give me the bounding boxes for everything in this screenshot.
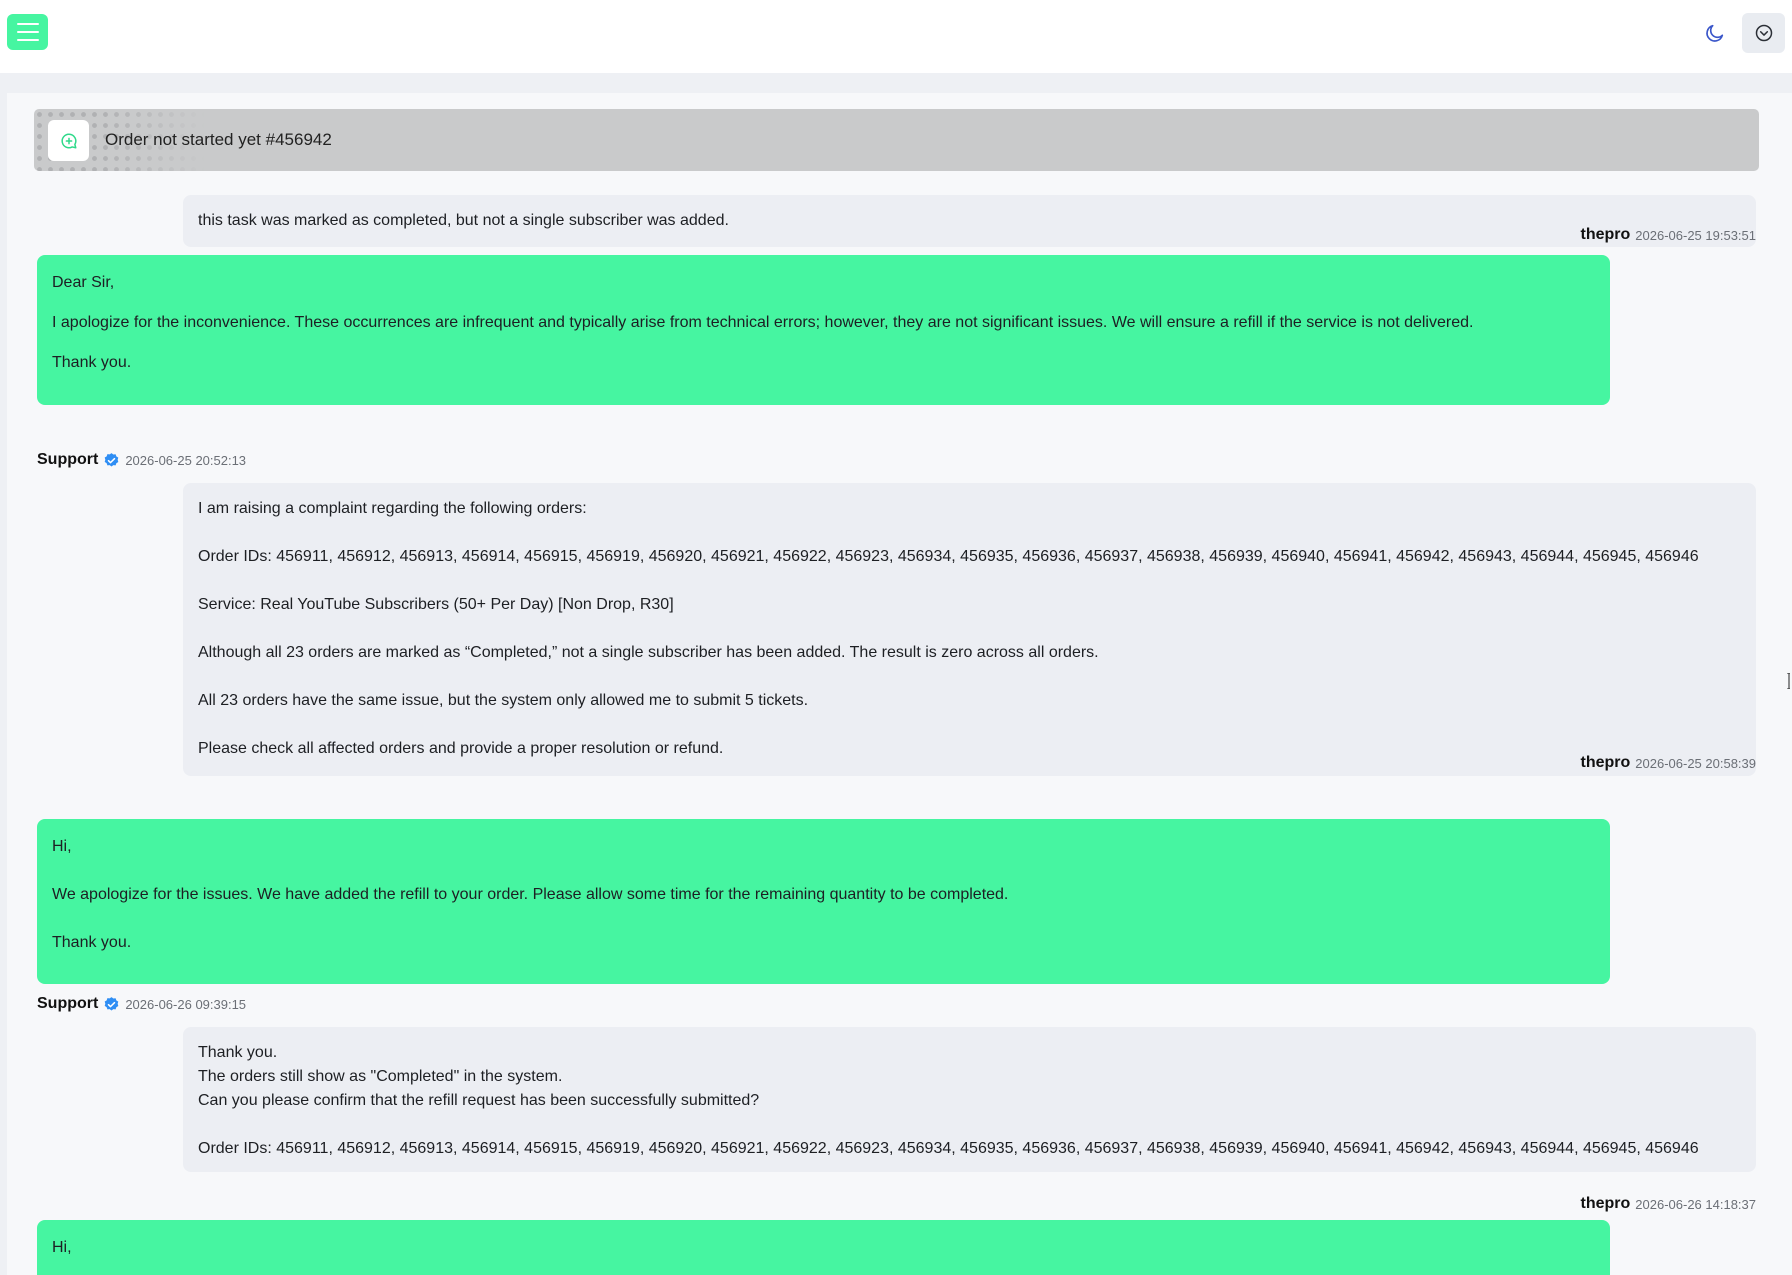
author-name: Support bbox=[37, 451, 99, 468]
message-timestamp: 2026-06-25 20:58:39 bbox=[1635, 755, 1756, 771]
message-meta: thepro 2026-06-25 19:53:51 bbox=[1581, 226, 1757, 244]
menu-line bbox=[16, 31, 39, 33]
message-line: Order IDs: 456911, 456912, 456913, 45691… bbox=[198, 1140, 1699, 1157]
author-name: thepro bbox=[1580, 754, 1631, 771]
message-line: Thank you. bbox=[52, 934, 132, 951]
message-meta: Support 2026-06-26 09:39:15 bbox=[37, 995, 246, 1013]
message-user: I am raising a complaint regarding the f… bbox=[183, 483, 1756, 776]
top-bar bbox=[0, 0, 1792, 73]
verified-badge-icon bbox=[103, 996, 120, 1013]
chevron-down-circle-icon bbox=[1755, 24, 1772, 42]
message-line: Although all 23 orders are marked as “Co… bbox=[198, 644, 1099, 661]
message-line: Please check all affected orders and pro… bbox=[198, 740, 724, 757]
message-line: Dear Sir, bbox=[52, 274, 115, 291]
message-meta: Support 2026-06-25 20:52:13 bbox=[37, 451, 246, 469]
message-line: Thank you. bbox=[52, 354, 132, 371]
message-timestamp: 2026-06-25 20:52:13 bbox=[125, 452, 247, 468]
author-name: thepro bbox=[1580, 1195, 1631, 1212]
menu-line bbox=[16, 23, 39, 25]
message-support: Hi, bbox=[37, 1220, 1610, 1275]
message-line: Service: Real YouTube Subscribers (50+ P… bbox=[198, 596, 674, 613]
author-name: thepro bbox=[1580, 226, 1631, 243]
message-line: Order IDs: 456911, 456912, 456913, 45691… bbox=[198, 548, 1699, 565]
message-timestamp: 2026-06-26 09:39:15 bbox=[125, 996, 247, 1012]
message-line: The orders still show as "Completed" in … bbox=[198, 1068, 563, 1085]
message-line: All 23 orders have the same issue, but t… bbox=[198, 692, 809, 709]
ticket-card: Order not started yet #456942 this task … bbox=[7, 93, 1792, 1275]
ticket-header: Order not started yet #456942 bbox=[34, 109, 1759, 171]
message-timestamp: 2026-06-25 19:53:51 bbox=[1635, 227, 1756, 243]
message-line: Thank you. bbox=[198, 1044, 278, 1061]
account-dropdown-button[interactable] bbox=[1742, 13, 1785, 53]
message-line: I apologize for the inconvenience. These… bbox=[52, 314, 1474, 331]
text-cursor-icon bbox=[1787, 672, 1791, 690]
ticket-title: Order not started yet #456942 bbox=[105, 130, 332, 149]
menu-line bbox=[16, 39, 39, 41]
message-line: I am raising a complaint regarding the f… bbox=[198, 500, 587, 517]
hamburger-menu-icon[interactable] bbox=[7, 14, 48, 50]
chat-plus-icon bbox=[48, 120, 89, 161]
message-line: Can you please confirm that the refill r… bbox=[198, 1092, 760, 1109]
message-meta: thepro 2026-06-25 20:58:39 bbox=[1581, 754, 1757, 772]
message-line: Hi, bbox=[52, 1239, 72, 1256]
message-user: this task was marked as completed, but n… bbox=[183, 195, 1756, 247]
message-line: We apologize for the issues. We have add… bbox=[52, 886, 1009, 903]
message-line: Hi, bbox=[52, 838, 72, 855]
message-support: Hi, We apologize for the issues. We have… bbox=[37, 819, 1610, 984]
message-user: Thank you. The orders still show as "Com… bbox=[183, 1027, 1756, 1172]
message-support: Dear Sir, I apologize for the inconvenie… bbox=[37, 255, 1610, 405]
author-name: Support bbox=[37, 995, 99, 1012]
moon-icon[interactable] bbox=[1700, 18, 1730, 48]
verified-badge-icon bbox=[103, 452, 120, 469]
message-timestamp: 2026-06-26 14:18:37 bbox=[1635, 1196, 1756, 1212]
message-line: this task was marked as completed, but n… bbox=[198, 212, 729, 229]
message-meta: thepro 2026-06-26 14:18:37 bbox=[1581, 1195, 1757, 1213]
